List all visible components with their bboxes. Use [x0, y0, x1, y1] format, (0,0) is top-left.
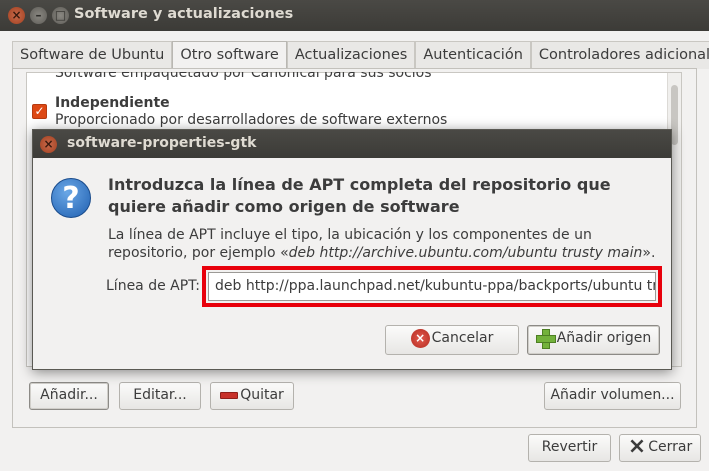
remove-label: Quitar	[240, 387, 284, 403]
add-source-button[interactable]: Añadir origen	[527, 325, 660, 355]
dialog-body: La línea de APT incluye el tipo, la ubic…	[108, 226, 668, 262]
dialog-title: software-properties-gtk	[67, 135, 257, 151]
tab-actualizaciones[interactable]: Actualizaciones	[286, 41, 416, 69]
window-maximize-icon[interactable]: □	[52, 7, 69, 24]
tab-controladores-adicionales[interactable]: Controladores adicionales	[530, 41, 709, 69]
tab-autenticacion[interactable]: Autenticación	[415, 41, 531, 69]
list-item-description: Proporcionado por desarrolladores de sof…	[55, 112, 448, 128]
cancel-button[interactable]: × Cancelar	[385, 325, 519, 355]
scrollbar-thumb[interactable]	[671, 85, 678, 145]
window-minimize-icon[interactable]: –	[30, 7, 47, 24]
remove-button[interactable]: Quitar	[210, 382, 294, 410]
add-icon	[535, 329, 556, 349]
tab-bar: Software de Ubuntu Otro software Actuali…	[12, 41, 709, 71]
edit-button[interactable]: Editar...	[119, 382, 201, 410]
dialog-heading: Introduzca la línea de APT completa del …	[108, 175, 611, 216]
add-volume-button[interactable]: Añadir volumen...	[544, 382, 681, 410]
add-source-dialog: × software-properties-gtk ? Introduzca l…	[32, 129, 672, 370]
list-item-title: Independiente	[55, 95, 170, 111]
revert-button[interactable]: Revertir	[528, 434, 611, 462]
tab-software-de-ubuntu[interactable]: Software de Ubuntu	[12, 41, 173, 69]
apt-line-input[interactable]: deb http://ppa.launchpad.net/kubuntu-ppa…	[208, 272, 656, 301]
close-button[interactable]: × Cerrar	[619, 434, 701, 462]
question-icon: ?	[51, 178, 91, 218]
independent-checkbox[interactable]: ✓	[32, 104, 47, 119]
dialog-close-icon[interactable]: ×	[40, 136, 57, 153]
window-title: Software y actualizaciones	[74, 6, 294, 22]
cancel-icon: ×	[410, 328, 430, 348]
remove-icon	[220, 391, 239, 399]
apt-line-label: Línea de APT:	[106, 278, 200, 294]
window-titlebar: × – □ Software y actualizaciones	[0, 0, 709, 31]
body-example: deb http://archive.ubuntu.com/ubuntu tru…	[288, 245, 643, 261]
add-button[interactable]: Añadir...	[29, 382, 109, 410]
close-label: Cerrar	[648, 439, 693, 455]
dialog-titlebar: × software-properties-gtk	[33, 130, 671, 158]
body-suffix: ».	[642, 245, 656, 261]
list-item-partner-desc: Software empaquetado por Canonical para …	[55, 72, 432, 81]
window-close-icon[interactable]: ×	[8, 7, 25, 24]
cancel-label: Cancelar	[431, 330, 494, 346]
tab-otro-software[interactable]: Otro software	[172, 41, 287, 71]
close-icon: ×	[627, 434, 647, 459]
add-source-label: Añadir origen	[556, 330, 652, 346]
